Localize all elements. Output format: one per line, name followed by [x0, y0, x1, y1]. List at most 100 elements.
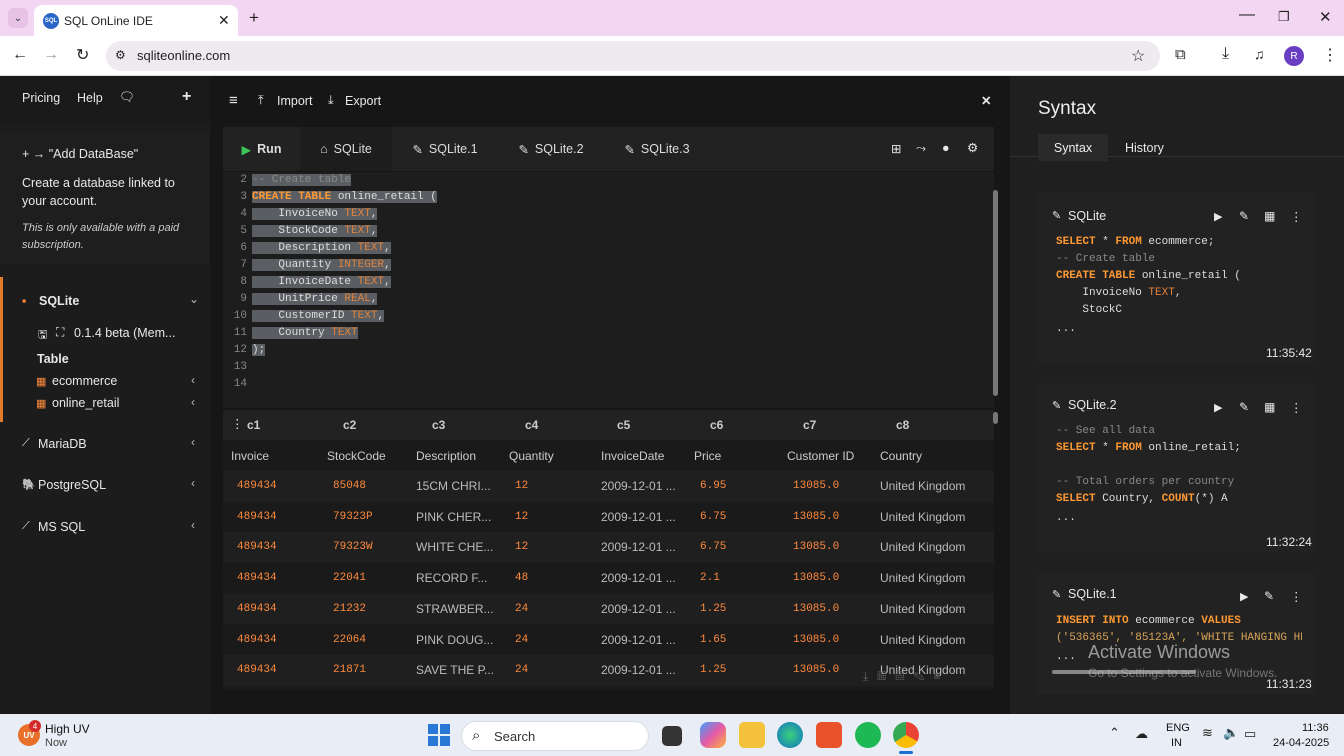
volume-icon[interactable]: 🔈: [1223, 725, 1239, 741]
column-id-c4[interactable]: c4: [525, 410, 538, 440]
add-tab-icon[interactable]: ⊞: [891, 141, 901, 156]
export-button[interactable]: Export: [345, 94, 381, 108]
chat-icon[interactable]: 🗨: [119, 90, 135, 105]
column-id-c8[interactable]: c8: [896, 410, 909, 440]
reload-icon[interactable]: ↻: [76, 45, 89, 65]
browser-tab[interactable]: SQL SQL OnLine IDE ✕: [34, 5, 238, 36]
tab-sqlite-3[interactable]: ✎ SQLite.3: [604, 127, 710, 171]
more-icon[interactable]: ⋮: [1290, 589, 1303, 604]
editor-scrollbar[interactable]: [993, 190, 998, 396]
edit-icon[interactable]: ✎: [1239, 209, 1249, 223]
play-icon[interactable]: ▶: [1240, 590, 1248, 603]
taskbar-search[interactable]: ⌕ Search: [461, 721, 649, 751]
column-id-c2[interactable]: c2: [343, 410, 356, 440]
copilot-icon[interactable]: [700, 722, 726, 748]
table-item-online-retail[interactable]: online_retail: [52, 396, 119, 410]
minimize-icon[interactable]: —: [1239, 6, 1255, 24]
column-header[interactable]: Customer ID: [787, 441, 854, 471]
sqlite-section-label[interactable]: SQLite: [39, 294, 79, 308]
table-row[interactable]: 489434 22041 RECORD F... 48 2009-12-01 ... 2.…: [223, 563, 994, 594]
table-row[interactable]: 489434 85048 15CM CHRI... 12 2009-12-01 ... 6…: [223, 471, 994, 502]
battery-icon[interactable]: ▭: [1244, 726, 1256, 742]
chevron-left-icon[interactable]: ‹: [191, 395, 195, 409]
grid-menu-icon[interactable]: ⋮: [231, 416, 244, 431]
column-header[interactable]: Country: [880, 441, 922, 471]
column-header[interactable]: Quantity: [509, 441, 554, 471]
download-icon[interactable]: ⤓: [1222, 45, 1229, 63]
column-header[interactable]: InvoiceDate: [601, 441, 664, 471]
file-explorer-icon[interactable]: [739, 722, 765, 748]
table-row[interactable]: 489434 21232 STRAWBER... 24 2009-12-01 ... 1.…: [223, 593, 994, 625]
chevron-left-icon[interactable]: ‹: [191, 373, 195, 387]
url-field[interactable]: ⚙ sqliteonline.com ☆: [106, 41, 1160, 71]
edit-icon[interactable]: ✎: [1264, 589, 1274, 603]
share-icon[interactable]: ⤳: [916, 141, 926, 156]
column-header[interactable]: Description: [416, 441, 476, 471]
column-id-c1[interactable]: c1: [247, 410, 260, 440]
grid-icon[interactable]: ▦: [1264, 400, 1275, 414]
column-header[interactable]: StockCode: [327, 441, 386, 471]
windows-start-icon[interactable]: [428, 724, 450, 746]
edit-icon[interactable]: ✎: [1239, 400, 1249, 414]
add-icon[interactable]: +: [182, 88, 191, 106]
clock-time[interactable]: 11:36: [1302, 722, 1329, 734]
add-database-link[interactable]: + → "Add DataBase": [22, 147, 138, 161]
sidebar-item-mssql[interactable]: MS SQL: [38, 520, 85, 534]
tab-sqlite-1[interactable]: ✎ SQLite.1: [392, 127, 498, 171]
column-header[interactable]: Price: [694, 441, 721, 471]
column-id-c5[interactable]: c5: [617, 410, 630, 440]
more-icon[interactable]: ⋮: [1290, 400, 1303, 415]
schema-icon[interactable]: ⛶: [56, 325, 64, 340]
chevron-down-icon[interactable]: ⌄: [189, 292, 199, 306]
import-button[interactable]: Import: [277, 94, 312, 108]
sql-editor[interactable]: 2 -- Create table 3 CREATE TABLE online_re…: [223, 172, 994, 408]
play-icon[interactable]: ▶: [1214, 210, 1222, 223]
profile-avatar[interactable]: R: [1284, 46, 1304, 66]
column-header[interactable]: Invoice: [231, 441, 269, 471]
media-icon[interactable]: ♫: [1254, 46, 1265, 62]
maximize-icon[interactable]: ❐: [1278, 9, 1290, 25]
grid-icon[interactable]: ▦: [1264, 209, 1275, 223]
new-tab-icon[interactable]: +: [249, 8, 259, 28]
chevron-left-icon[interactable]: ‹: [191, 435, 195, 449]
column-id-c3[interactable]: c3: [432, 410, 445, 440]
extensions-icon[interactable]: ⧉: [1175, 46, 1186, 63]
tray-chevron-icon[interactable]: ⌃: [1109, 725, 1120, 741]
tab-search-button[interactable]: ⌄: [8, 8, 28, 28]
tab-history[interactable]: History: [1125, 141, 1164, 155]
table-row[interactable]: 489434 79323W WHITE CHE... 12 2009-12-01 ...…: [223, 532, 994, 564]
brave-icon[interactable]: [816, 722, 842, 748]
spotify-icon[interactable]: [855, 722, 881, 748]
bookmark-star-icon[interactable]: ☆: [1131, 46, 1145, 66]
tab-sqlite[interactable]: ⌂ SQLite: [300, 127, 392, 171]
weather-title[interactable]: High UV: [45, 722, 90, 736]
chevron-left-icon[interactable]: ‹: [191, 476, 195, 490]
chevron-left-icon[interactable]: ‹: [191, 518, 195, 532]
lang-top[interactable]: ENG: [1166, 722, 1190, 734]
column-id-c7[interactable]: c7: [803, 410, 816, 440]
tab-syntax[interactable]: Syntax: [1038, 134, 1108, 161]
more-icon[interactable]: ⋮: [1290, 209, 1303, 224]
sidebar-item-mariadb[interactable]: MariaDB: [38, 437, 87, 451]
play-icon[interactable]: ▶: [1214, 401, 1222, 414]
column-id-c6[interactable]: c6: [710, 410, 723, 440]
tab-close-icon[interactable]: ✕: [218, 12, 230, 29]
run-button[interactable]: ▶ Run: [223, 127, 300, 171]
forward-icon[interactable]: →: [43, 46, 59, 64]
network-tray-icon[interactable]: ☁: [1135, 726, 1148, 742]
edge-icon[interactable]: [777, 722, 803, 748]
table-row[interactable]: 489434 79323P PINK CHER... 12 2009-12-01 ...…: [223, 501, 994, 533]
gear-icon[interactable]: ⚙: [967, 140, 978, 155]
table-row[interactable]: 489434 22064 PINK DOUG... 24 2009-12-01 ... 1…: [223, 624, 994, 656]
grid-scrollbar[interactable]: [993, 412, 998, 424]
help-link[interactable]: Help: [77, 91, 103, 105]
hamburger-icon[interactable]: ≡: [229, 92, 238, 109]
site-info-icon[interactable]: ⚙: [115, 48, 126, 62]
window-close-icon[interactable]: ✕: [1319, 8, 1332, 26]
tab-sqlite-2[interactable]: ✎ SQLite.2: [498, 127, 604, 171]
chrome-icon[interactable]: [893, 722, 919, 748]
table-item-ecommerce[interactable]: ecommerce: [52, 374, 117, 388]
save-icon[interactable]: 🖫: [38, 326, 47, 345]
wifi-icon[interactable]: ≋: [1202, 725, 1213, 741]
pricing-link[interactable]: Pricing: [22, 91, 60, 105]
